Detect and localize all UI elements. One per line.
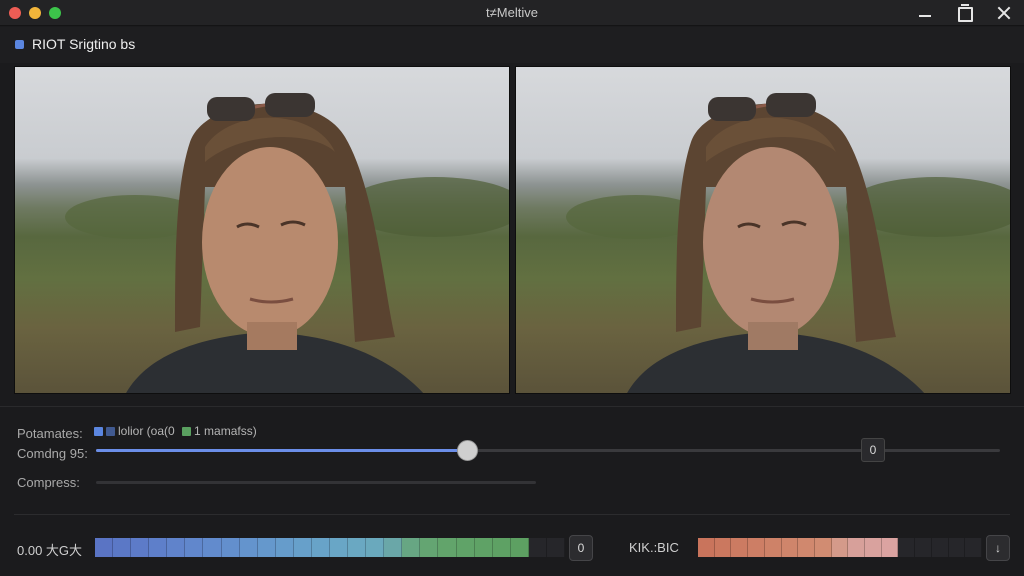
right-bar-label: KIK.:BIC [629, 540, 679, 555]
color-segment [366, 538, 385, 557]
color-segment [848, 538, 866, 557]
empty-segment [898, 538, 916, 557]
left-bar-label: 0.00 大G大 [17, 543, 83, 558]
title-bar: t≠Meltive [0, 0, 1024, 26]
restore-icon[interactable] [953, 3, 975, 23]
legend-swatch-blue-2 [106, 427, 115, 437]
legend-swatch-green [182, 427, 192, 437]
color-segment [492, 538, 511, 557]
color-segment [185, 538, 204, 557]
left-bar-button[interactable]: 0 [569, 535, 593, 561]
color-segment [698, 538, 715, 557]
parameters-legend: lolior (οa(0 1 mamafss) [94, 424, 257, 438]
viewer-before[interactable] [14, 66, 510, 394]
color-segment [420, 538, 439, 557]
color-segment [330, 538, 349, 557]
color-segment [510, 538, 529, 557]
empty-segment [546, 538, 566, 557]
compress-slider-track[interactable] [96, 481, 536, 484]
legend-text-1: lolior (οa(0 [118, 424, 175, 438]
color-segment [203, 538, 222, 557]
minimize-icon[interactable] [914, 3, 936, 23]
color-segment [293, 538, 312, 557]
color-segment [438, 538, 457, 557]
color-segment [474, 538, 493, 557]
empty-segment [948, 538, 966, 557]
compress-label: Compress: [17, 475, 80, 490]
color-segment [814, 538, 832, 557]
color-segment [781, 538, 799, 557]
portrait-illustration [65, 93, 509, 393]
color-segment [831, 538, 849, 557]
color-segment [714, 538, 732, 557]
color-segment [764, 538, 782, 557]
color-segment [113, 538, 132, 557]
right-bar-button[interactable]: ↓ [986, 535, 1010, 561]
slider-thumb[interactable] [456, 440, 478, 461]
empty-segment [931, 538, 949, 557]
color-segment [131, 538, 150, 557]
color-segment [748, 538, 765, 557]
left-color-bar[interactable] [95, 538, 566, 557]
parameters-label: Potamates: [17, 426, 83, 441]
viewer-after[interactable] [515, 66, 1011, 394]
color-segment [384, 538, 403, 557]
color-segment [221, 538, 240, 557]
color-segment [798, 538, 815, 557]
right-color-bar[interactable] [698, 538, 982, 557]
color-segment [311, 538, 331, 557]
color-segment [456, 538, 475, 557]
app-logo-icon [15, 40, 24, 49]
color-segment [865, 538, 882, 557]
app-header: RIOT Srigtino bs [0, 27, 1024, 63]
color-segment [275, 538, 294, 557]
app-name: RIOT Srigtino bs [32, 36, 136, 52]
color-segment [402, 538, 421, 557]
color-segment [167, 538, 186, 557]
color-segment [239, 538, 258, 557]
color-segment [149, 538, 168, 557]
empty-segment [965, 538, 982, 557]
color-segment [95, 538, 114, 557]
color-segment [731, 538, 749, 557]
close-icon[interactable] [993, 3, 1015, 23]
color-segment [881, 538, 899, 557]
slider-label: Comdng 95: [17, 446, 88, 461]
legend-swatch-blue [94, 427, 103, 437]
section-divider [14, 514, 1010, 515]
color-segment [348, 538, 367, 557]
slider-fill [96, 449, 467, 452]
portrait-illustration [566, 93, 1010, 393]
window-title: t≠Meltive [486, 5, 538, 20]
legend-text-2: 1 mamafss) [194, 424, 257, 438]
slider-value-box[interactable]: 0 [861, 438, 885, 462]
empty-segment [528, 538, 547, 557]
panel-divider [0, 406, 1024, 407]
empty-segment [915, 538, 932, 557]
color-segment [257, 538, 276, 557]
